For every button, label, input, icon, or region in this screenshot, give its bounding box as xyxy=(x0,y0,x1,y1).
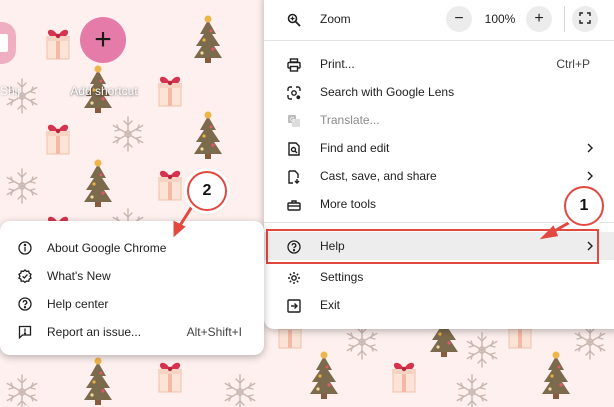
menu-item-find-and-edit[interactable]: Find and edit xyxy=(264,134,614,162)
google-lens-icon xyxy=(286,85,302,101)
shortcut-tile[interactable] xyxy=(0,22,16,64)
report-issue-icon xyxy=(17,324,33,340)
settings-icon xyxy=(286,270,302,286)
fullscreen-button[interactable] xyxy=(572,6,598,32)
cast-save-share-icon xyxy=(286,169,302,185)
shortcut-label: Ship xyxy=(0,84,20,98)
translate-icon: G xyxy=(286,113,302,129)
add-shortcut-label: Add shortcut xyxy=(70,84,138,98)
submenu-item-shortcut: Alt+Shift+I xyxy=(186,325,242,339)
menu-item-label: Translate... xyxy=(320,113,380,127)
submenu-item-label: Help center xyxy=(47,297,109,311)
svg-text:G: G xyxy=(290,117,295,124)
chrome-menu: Zoom − 100% + Print... Ctrl+P Search wit… xyxy=(264,0,614,329)
more-tools-icon xyxy=(286,197,302,213)
help-submenu: About Google Chrome What's New Help cent… xyxy=(0,221,264,355)
info-icon xyxy=(17,240,33,256)
menu-item-label: Cast, save, and share xyxy=(320,169,437,183)
submenu-item-help-center[interactable]: Help center xyxy=(0,290,264,318)
menu-item-settings[interactable]: Settings xyxy=(264,263,614,291)
submenu-item-label: Report an issue... xyxy=(47,325,142,339)
shortcut-favicon xyxy=(0,34,8,52)
zoom-label: Zoom xyxy=(320,12,351,26)
submenu-item-label: What's New xyxy=(47,269,111,283)
find-edit-icon xyxy=(286,141,302,157)
annotation-badge-2: 2 xyxy=(187,171,227,211)
add-shortcut-button[interactable]: + xyxy=(80,17,126,63)
menu-divider xyxy=(264,222,614,223)
exit-icon xyxy=(286,298,302,314)
menu-item-shortcut: Ctrl+P xyxy=(556,57,590,71)
menu-item-translate[interactable]: G Translate... xyxy=(264,106,614,134)
chevron-right-icon xyxy=(587,143,593,153)
print-icon xyxy=(286,57,302,73)
menu-item-label: Settings xyxy=(320,270,364,284)
menu-item-label: Find and edit xyxy=(320,141,390,155)
zoom-row: Zoom xyxy=(264,5,614,33)
zoom-out-button[interactable]: − xyxy=(446,6,472,32)
zoom-level: 100% xyxy=(484,12,516,26)
menu-item-more-tools[interactable]: More tools xyxy=(264,190,614,218)
submenu-item-label: About Google Chrome xyxy=(47,241,167,255)
help-highlight-box xyxy=(266,229,599,264)
menu-item-label: Print... xyxy=(320,57,355,71)
whats-new-icon xyxy=(17,268,33,284)
zoom-separator xyxy=(564,6,565,32)
submenu-item-whats-new[interactable]: What's New xyxy=(0,262,264,290)
menu-item-label: More tools xyxy=(320,197,377,211)
help-center-icon xyxy=(17,296,33,312)
menu-item-exit[interactable]: Exit xyxy=(264,291,614,319)
submenu-item-about-chrome[interactable]: About Google Chrome xyxy=(0,234,264,262)
zoom-icon xyxy=(286,12,302,28)
menu-item-google-lens[interactable]: Search with Google Lens xyxy=(264,78,614,106)
annotation-badge-1: 1 xyxy=(564,186,604,226)
menu-divider xyxy=(264,40,614,41)
menu-item-print[interactable]: Print... Ctrl+P xyxy=(264,50,614,78)
chevron-right-icon xyxy=(587,171,593,181)
menu-item-cast-save-share[interactable]: Cast, save, and share xyxy=(264,162,614,190)
submenu-item-report-issue[interactable]: Report an issue... Alt+Shift+I xyxy=(0,318,264,346)
plus-icon: + xyxy=(94,23,112,56)
menu-item-label: Exit xyxy=(320,298,341,312)
zoom-in-button[interactable]: + xyxy=(526,6,552,32)
menu-item-label: Search with Google Lens xyxy=(320,85,455,99)
fullscreen-icon xyxy=(579,11,591,27)
